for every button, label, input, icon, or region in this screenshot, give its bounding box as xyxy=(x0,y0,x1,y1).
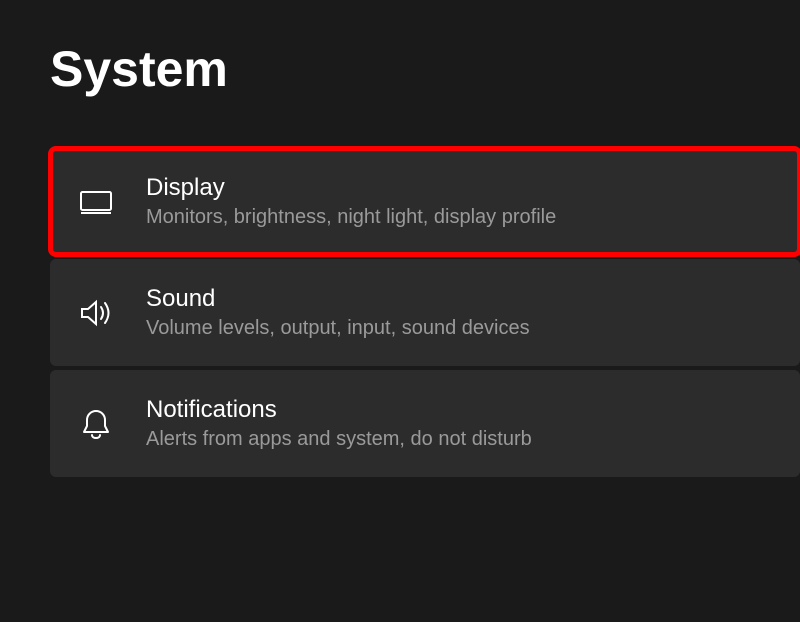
sound-icon xyxy=(78,295,114,331)
settings-item-text: Sound Volume levels, output, input, soun… xyxy=(146,285,530,340)
settings-item-title: Display xyxy=(146,174,556,202)
bell-icon xyxy=(78,406,114,442)
settings-item-text: Display Monitors, brightness, night ligh… xyxy=(146,174,556,229)
settings-item-display[interactable]: Display Monitors, brightness, night ligh… xyxy=(50,148,800,255)
page-title: System xyxy=(50,40,800,98)
settings-item-title: Notifications xyxy=(146,396,532,424)
settings-item-subtitle: Alerts from apps and system, do not dist… xyxy=(146,428,532,451)
settings-item-notifications[interactable]: Notifications Alerts from apps and syste… xyxy=(50,370,800,477)
settings-list: Display Monitors, brightness, night ligh… xyxy=(50,148,800,477)
settings-item-sound[interactable]: Sound Volume levels, output, input, soun… xyxy=(50,259,800,366)
display-icon xyxy=(78,184,114,220)
settings-item-title: Sound xyxy=(146,285,530,313)
settings-item-subtitle: Monitors, brightness, night light, displ… xyxy=(146,206,556,229)
settings-item-subtitle: Volume levels, output, input, sound devi… xyxy=(146,317,530,340)
system-settings-page: System Display Monitors, brightness, nig… xyxy=(0,0,800,477)
settings-item-text: Notifications Alerts from apps and syste… xyxy=(146,396,532,451)
